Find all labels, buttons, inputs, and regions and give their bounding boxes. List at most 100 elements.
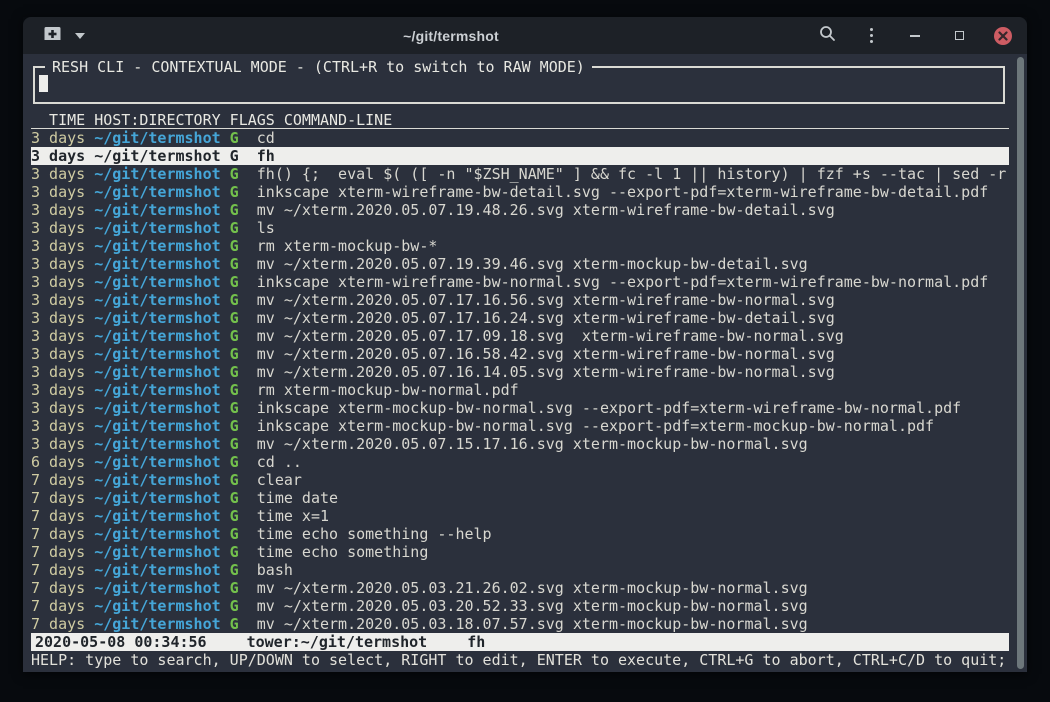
row-flags: G	[221, 129, 257, 147]
row-time: 3 days	[31, 345, 94, 363]
row-command: inkscape xterm-mockup-bw-normal.svg --ex…	[257, 399, 961, 417]
row-command: mv ~/xterm.2020.05.07.17.16.56.svg xterm…	[257, 291, 835, 309]
row-directory: ~/git/termshot	[94, 561, 220, 579]
history-row[interactable]: 6 days ~/git/termshot G cd ..	[31, 453, 1009, 471]
row-command: inkscape xterm-mockup-bw-normal.svg --ex…	[257, 417, 934, 435]
minimize-button[interactable]	[905, 26, 925, 46]
row-time: 3 days	[31, 255, 94, 273]
row-command: fh	[257, 147, 275, 165]
history-row[interactable]: 3 days ~/git/termshot G mv ~/xterm.2020.…	[31, 363, 1009, 381]
new-tab-icon	[43, 25, 62, 47]
history-table-header: TIME HOST:DIRECTORY FLAGS COMMAND-LINE	[31, 111, 1009, 129]
row-time: 3 days	[31, 291, 94, 309]
row-command: time x=1	[257, 507, 329, 525]
new-tab-button[interactable]	[41, 25, 63, 47]
row-command: mv ~/xterm.2020.05.07.17.16.24.svg xterm…	[257, 309, 835, 327]
titlebar[interactable]: ~/git/termshot	[23, 17, 1027, 54]
history-row[interactable]: 7 days ~/git/termshot G bash	[31, 561, 1009, 579]
row-flags: G	[221, 363, 257, 381]
row-flags: G	[221, 255, 257, 273]
history-row[interactable]: 7 days ~/git/termshot G time echo someth…	[31, 525, 1009, 543]
row-time: 7 days	[31, 597, 94, 615]
row-time: 3 days	[31, 183, 94, 201]
history-row[interactable]: 3 days ~/git/termshot G inkscape xterm-m…	[31, 417, 1009, 435]
row-directory: ~/git/termshot	[94, 237, 220, 255]
row-command: mv ~/xterm.2020.05.03.20.52.33.svg xterm…	[257, 597, 808, 615]
row-time: 3 days	[31, 147, 94, 165]
minimize-icon	[910, 35, 920, 37]
row-flags: G	[221, 435, 257, 453]
row-flags: G	[221, 291, 257, 309]
row-time: 7 days	[31, 525, 94, 543]
resh-panel-title: RESH CLI - CONTEXTUAL MODE - (CTRL+R to …	[45, 58, 592, 76]
row-directory: ~/git/termshot	[94, 147, 220, 165]
history-rows: 3 days ~/git/termshot G cd 3 days ~/git/…	[31, 129, 1009, 633]
row-command: mv ~/xterm.2020.05.07.15.17.16.svg xterm…	[257, 435, 808, 453]
row-time: 3 days	[31, 129, 94, 147]
new-tab-dropdown-icon[interactable]	[75, 33, 85, 39]
status-selected-command: fh	[467, 633, 485, 651]
restore-icon	[955, 31, 964, 40]
row-directory: ~/git/termshot	[94, 399, 220, 417]
row-time: 3 days	[31, 381, 94, 399]
scrollbar[interactable]	[1017, 57, 1024, 669]
resh-search-box[interactable]: RESH CLI - CONTEXTUAL MODE - (CTRL+R to …	[33, 66, 1005, 104]
row-flags: G	[221, 417, 257, 435]
status-host-directory: tower:~/git/termshot	[247, 633, 428, 651]
history-row[interactable]: 3 days ~/git/termshot G rm xterm-mockup-…	[31, 237, 1009, 255]
row-flags: G	[221, 543, 257, 561]
history-row[interactable]: 3 days ~/git/termshot G inkscape xterm-w…	[31, 183, 1009, 201]
history-row[interactable]: 7 days ~/git/termshot G time date	[31, 489, 1009, 507]
row-flags: G	[221, 381, 257, 399]
history-row[interactable]: 7 days ~/git/termshot G mv ~/xterm.2020.…	[31, 579, 1009, 597]
row-time: 3 days	[31, 201, 94, 219]
history-row[interactable]: 3 days ~/git/termshot G inkscape xterm-m…	[31, 399, 1009, 417]
history-row[interactable]: 3 days ~/git/termshot G cd	[31, 129, 1009, 147]
row-directory: ~/git/termshot	[94, 525, 220, 543]
close-button[interactable]	[993, 26, 1013, 46]
history-row[interactable]: 3 days ~/git/termshot G mv ~/xterm.2020.…	[31, 309, 1009, 327]
row-command: ls	[257, 219, 275, 237]
row-command: mv ~/xterm.2020.05.07.17.09.18.svg xterm…	[257, 327, 844, 345]
history-row[interactable]: 7 days ~/git/termshot G clear	[31, 471, 1009, 489]
row-flags: G	[221, 219, 257, 237]
history-row[interactable]: 3 days ~/git/termshot G mv ~/xterm.2020.…	[31, 255, 1009, 273]
row-flags: G	[221, 147, 257, 165]
row-directory: ~/git/termshot	[94, 129, 220, 147]
row-directory: ~/git/termshot	[94, 165, 220, 183]
row-directory: ~/git/termshot	[94, 615, 220, 633]
history-row[interactable]: 3 days ~/git/termshot G mv ~/xterm.2020.…	[31, 327, 1009, 345]
row-directory: ~/git/termshot	[94, 597, 220, 615]
history-row[interactable]: 3 days ~/git/termshot G mv ~/xterm.2020.…	[31, 435, 1009, 453]
restore-button[interactable]	[949, 26, 969, 46]
history-row[interactable]: 3 days ~/git/termshot G inkscape xterm-w…	[31, 273, 1009, 291]
history-row[interactable]: 3 days ~/git/termshot G fh	[31, 147, 1009, 165]
row-time: 7 days	[31, 489, 94, 507]
row-command: inkscape xterm-wireframe-bw-normal.svg -…	[257, 273, 989, 291]
row-time: 3 days	[31, 219, 94, 237]
menu-button[interactable]	[861, 26, 881, 46]
row-flags: G	[221, 165, 257, 183]
terminal-content: RESH CLI - CONTEXTUAL MODE - (CTRL+R to …	[23, 54, 1027, 672]
row-command: mv ~/xterm.2020.05.03.21.26.02.svg xterm…	[257, 579, 808, 597]
row-directory: ~/git/termshot	[94, 327, 220, 345]
history-row[interactable]: 7 days ~/git/termshot G mv ~/xterm.2020.…	[31, 615, 1009, 633]
history-row[interactable]: 7 days ~/git/termshot G time echo someth…	[31, 543, 1009, 561]
history-row[interactable]: 3 days ~/git/termshot G ls	[31, 219, 1009, 237]
row-time: 3 days	[31, 237, 94, 255]
history-row[interactable]: 3 days ~/git/termshot G mv ~/xterm.2020.…	[31, 201, 1009, 219]
search-button[interactable]	[817, 26, 837, 46]
history-row[interactable]: 3 days ~/git/termshot G rm xterm-mockup-…	[31, 381, 1009, 399]
history-row[interactable]: 3 days ~/git/termshot G mv ~/xterm.2020.…	[31, 291, 1009, 309]
history-row[interactable]: 7 days ~/git/termshot G mv ~/xterm.2020.…	[31, 597, 1009, 615]
row-time: 7 days	[31, 561, 94, 579]
row-flags: G	[221, 615, 257, 633]
row-flags: G	[221, 471, 257, 489]
row-command: time echo something --help	[257, 525, 492, 543]
close-icon	[994, 27, 1012, 45]
history-row[interactable]: 3 days ~/git/termshot G mv ~/xterm.2020.…	[31, 345, 1009, 363]
history-row[interactable]: 7 days ~/git/termshot G time x=1	[31, 507, 1009, 525]
row-command: fh() {; eval $( ([ -n "$ZSH_NAME" ] && f…	[257, 165, 1007, 183]
history-row[interactable]: 3 days ~/git/termshot G fh() {; eval $( …	[31, 165, 1009, 183]
row-command: mv ~/xterm.2020.05.03.18.07.57.svg xterm…	[257, 615, 808, 633]
